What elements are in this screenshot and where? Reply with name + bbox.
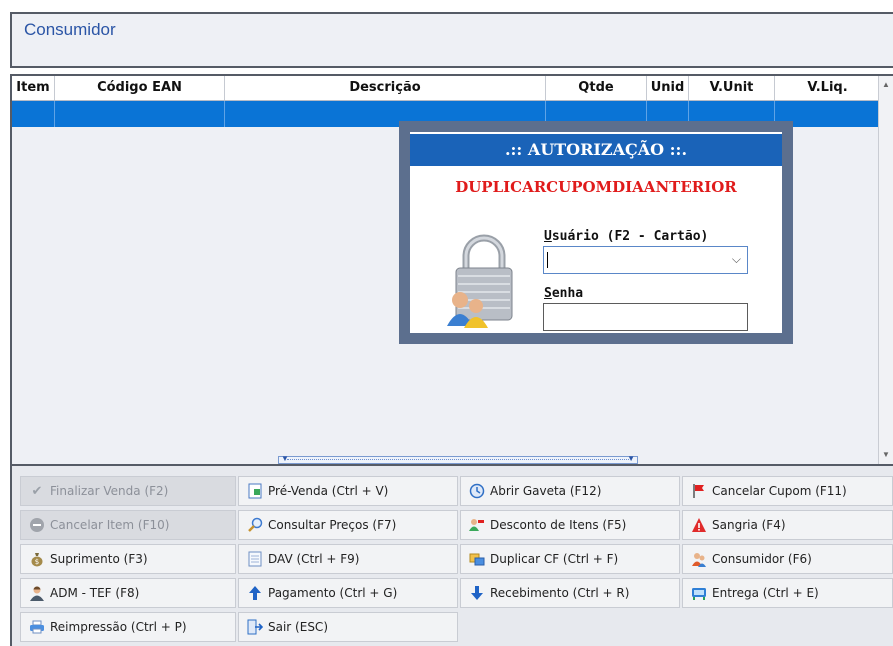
column-header-qty[interactable]: Qtde <box>546 76 647 100</box>
button-label: Consultar Preços (F7) <box>268 518 397 532</box>
button-label: Entrega (Ctrl + E) <box>712 586 819 600</box>
button-label: Cancelar Cupom (F11) <box>712 484 847 498</box>
magnifier-icon <box>247 517 263 533</box>
scroll-down-icon[interactable]: ▼ <box>879 448 893 462</box>
reprint-button[interactable]: Reimpressão (Ctrl + P) <box>20 612 236 642</box>
button-label: Suprimento (F3) <box>50 552 148 566</box>
customer-bar: Consumidor <box>10 12 893 68</box>
exit-button[interactable]: Sair (ESC) <box>238 612 458 642</box>
button-label: Cancelar Item (F10) <box>50 518 170 532</box>
adm-tef-button[interactable]: ADM - TEF (F8) <box>20 578 236 608</box>
drawer-icon <box>469 483 485 499</box>
people-icon <box>691 551 707 567</box>
svg-text:$: $ <box>35 558 39 566</box>
password-input[interactable] <box>543 303 748 331</box>
authorization-dialog: .:: AUTORIZAÇÃO ::. DUPLICARCUPOMDIAANTE… <box>399 121 793 344</box>
user-select[interactable]: ⌵ <box>543 246 748 274</box>
minus-circle-icon <box>29 517 45 533</box>
button-label: Duplicar CF (Ctrl + F) <box>490 552 619 566</box>
withdrawal-button[interactable]: Sangria (F4) <box>682 510 893 540</box>
check-icon: ✔ <box>31 483 43 499</box>
scroll-right-icon[interactable]: ▼ <box>627 454 635 463</box>
customer-label: Consumidor <box>24 20 116 39</box>
duplicate-icon <box>469 551 485 567</box>
duplicate-cf-button[interactable]: Duplicar CF (Ctrl + F) <box>460 544 680 574</box>
column-header-unit[interactable]: Unid <box>647 76 689 100</box>
text-cursor <box>547 252 548 268</box>
vertical-scrollbar[interactable]: ▲ ▼ <box>878 76 893 464</box>
scroll-up-icon[interactable]: ▲ <box>879 78 893 92</box>
horizontal-scrollbar[interactable]: ▼ ▼ <box>278 454 638 464</box>
printer-icon <box>29 619 45 635</box>
dialog-title: .:: AUTORIZAÇÃO ::. <box>410 134 782 166</box>
column-header-net-value[interactable]: V.Liq. <box>775 76 881 100</box>
pre-sale-button[interactable]: Pré-Venda (Ctrl + V) <box>238 476 458 506</box>
table-cell <box>55 101 225 127</box>
button-label: Desconto de Itens (F5) <box>490 518 627 532</box>
discount-icon <box>469 517 485 533</box>
document-icon <box>247 483 263 499</box>
password-field-label: Senha <box>544 286 584 301</box>
check-prices-button[interactable]: Consultar Preços (F7) <box>238 510 458 540</box>
button-label: Consumidor (F6) <box>712 552 812 566</box>
arrow-up-icon <box>247 585 263 601</box>
delivery-button[interactable]: Entrega (Ctrl + E) <box>682 578 893 608</box>
exit-icon <box>247 619 263 635</box>
finalize-sale-button[interactable]: ✔ Finalizar Venda (F2) <box>20 476 236 506</box>
dialog-body: .:: AUTORIZAÇÃO ::. DUPLICARCUPOMDIAANTE… <box>410 132 782 333</box>
column-header-unit-price[interactable]: V.Unit <box>689 76 775 100</box>
receipt-button[interactable]: Recebimento (Ctrl + R) <box>460 578 680 608</box>
button-label: Recebimento (Ctrl + R) <box>490 586 630 600</box>
consumer-button[interactable]: Consumidor (F6) <box>682 544 893 574</box>
supply-button[interactable]: $ Suprimento (F3) <box>20 544 236 574</box>
button-label: Pré-Venda (Ctrl + V) <box>268 484 389 498</box>
dav-button[interactable]: DAV (Ctrl + F9) <box>238 544 458 574</box>
column-header-item[interactable]: Item <box>12 76 55 100</box>
arrow-down-icon <box>469 585 485 601</box>
padlock-users-icon <box>447 234 513 328</box>
page-icon <box>247 551 263 567</box>
delivery-icon <box>691 585 707 601</box>
payment-button[interactable]: Pagamento (Ctrl + G) <box>238 578 458 608</box>
cancel-item-button[interactable]: Cancelar Item (F10) <box>20 510 236 540</box>
scrollbar-thumb[interactable] <box>287 459 629 462</box>
column-header-ean[interactable]: Código EAN <box>55 76 225 100</box>
column-header-description[interactable]: Descrição <box>225 76 546 100</box>
user-field-label: Usuário (F2 - Cartão) <box>544 229 709 244</box>
item-discount-button[interactable]: Desconto de Itens (F5) <box>460 510 680 540</box>
button-label: Pagamento (Ctrl + G) <box>268 586 398 600</box>
button-label: Sair (ESC) <box>268 620 328 634</box>
chevron-down-icon[interactable]: ⌵ <box>732 252 741 267</box>
function-button-panel: ✔ Finalizar Venda (F2) Pré-Venda (Ctrl +… <box>10 466 893 646</box>
warning-icon <box>691 517 707 533</box>
button-label: Sangria (F4) <box>712 518 786 532</box>
red-flag-icon <box>691 483 707 499</box>
table-cell <box>12 101 55 127</box>
button-label: Abrir Gaveta (F12) <box>490 484 602 498</box>
cancel-receipt-button[interactable]: Cancelar Cupom (F11) <box>682 476 893 506</box>
money-bag-icon: $ <box>29 551 45 567</box>
button-label: Finalizar Venda (F2) <box>50 484 169 498</box>
button-label: DAV (Ctrl + F9) <box>268 552 360 566</box>
grid-header: Item Código EAN Descrição Qtde Unid V.Un… <box>12 76 893 101</box>
authorization-reason: DUPLICARCUPOMDIAANTERIOR <box>455 178 737 196</box>
admin-user-icon <box>29 585 45 601</box>
open-drawer-button[interactable]: Abrir Gaveta (F12) <box>460 476 680 506</box>
button-label: ADM - TEF (F8) <box>50 586 140 600</box>
button-label: Reimpressão (Ctrl + P) <box>50 620 187 634</box>
